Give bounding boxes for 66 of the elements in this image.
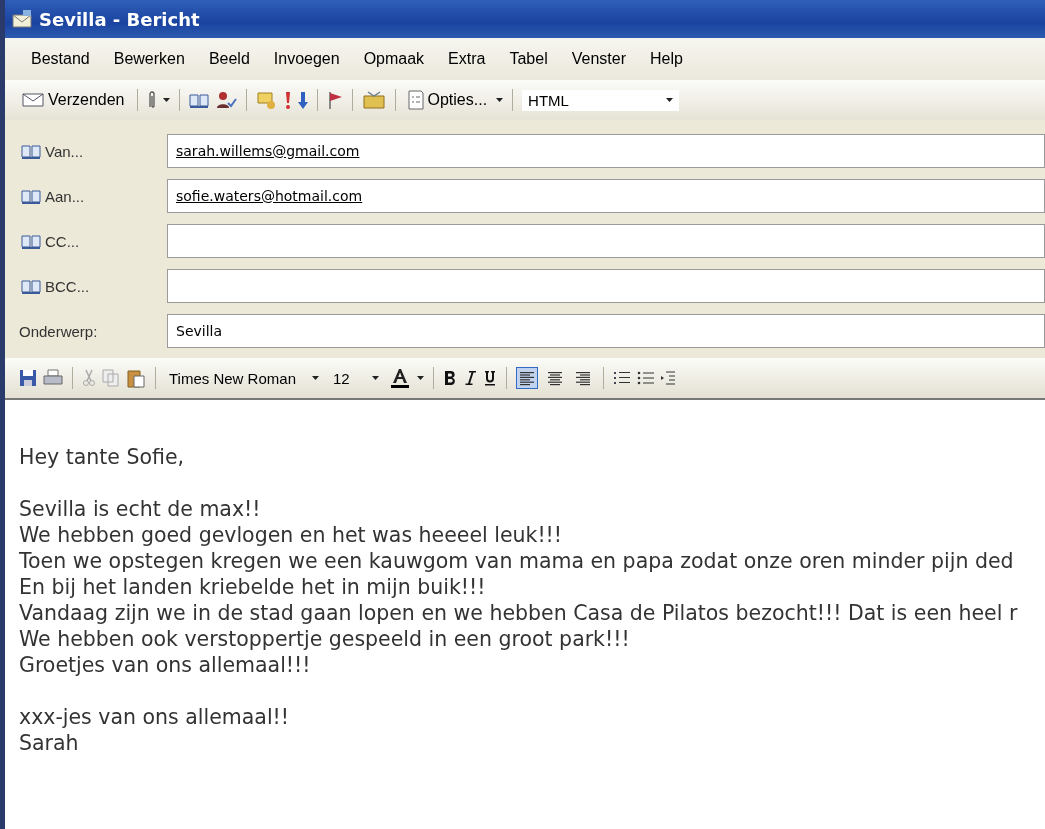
- bold-icon[interactable]: [443, 370, 457, 386]
- print-icon[interactable]: [43, 369, 63, 387]
- options-button[interactable]: Opties...: [404, 88, 491, 112]
- subject-label: Onderwerp:: [19, 322, 98, 340]
- address-book-icon[interactable]: [21, 278, 41, 294]
- bullet-list-icon[interactable]: [637, 370, 655, 386]
- person-check-icon[interactable]: [214, 90, 237, 110]
- caret-icon[interactable]: [372, 376, 379, 380]
- address-button[interactable]: Aan...: [19, 185, 87, 207]
- exclamation-icon[interactable]: [283, 90, 292, 110]
- address-field[interactable]: [167, 269, 1045, 303]
- address-book-icon[interactable]: [188, 92, 209, 108]
- down-arrow-icon[interactable]: [297, 90, 308, 110]
- message-body[interactable]: [5, 400, 1045, 829]
- address-book-icon[interactable]: [21, 233, 41, 249]
- message-line: Sarah: [19, 730, 80, 756]
- address-button[interactable]: CC...: [19, 230, 82, 252]
- italic-icon[interactable]: [463, 370, 477, 386]
- indent-icon[interactable]: [661, 370, 675, 386]
- menu-item[interactable]: Extra: [440, 46, 494, 72]
- menu-item[interactable]: Opmaak: [355, 46, 433, 72]
- menu-item[interactable]: Beeld: [200, 46, 258, 72]
- menu-item[interactable]: Invoegen: [265, 46, 348, 72]
- address-book-icon[interactable]: [21, 188, 41, 204]
- message-line: Hey tante Sofie,: [19, 444, 186, 470]
- message-line: We hebben ook verstoppertje gespeeld in een groot park!!!: [19, 626, 631, 652]
- align-left-button[interactable]: [516, 367, 538, 389]
- message-line: We hebben goed gevlogen en het was heeeel leuk!!!: [19, 522, 564, 548]
- message-line: Toen we opstegen kregen we een kauwgom van mama en papa zodat onze oren minder pijn ded: [19, 548, 1015, 574]
- underline-icon[interactable]: [483, 370, 497, 386]
- send-button[interactable]: Verzenden: [19, 89, 128, 111]
- flag-icon[interactable]: [326, 90, 343, 110]
- font-dropdown[interactable]: Times New Roman: [165, 367, 323, 389]
- menu-item[interactable]: Bewerken: [105, 46, 193, 72]
- caret-icon[interactable]: [417, 376, 424, 380]
- menu-item[interactable]: Venster: [563, 46, 634, 72]
- address-field[interactable]: [167, 224, 1045, 258]
- envelope-icon: [11, 9, 33, 29]
- menu-item[interactable]: Help: [641, 46, 691, 72]
- caret-icon[interactable]: [496, 98, 504, 102]
- message-line: Vandaag zijn we in de stad gaan lopen en we hebben Casa de Pilatos bezocht!!! Dat is een heel r: [19, 600, 1019, 626]
- document-icon: [407, 90, 424, 110]
- message-line: Sevilla is echt de max!!: [19, 496, 262, 522]
- size-dropdown[interactable]: 12: [329, 367, 383, 389]
- address-field[interactable]: sarah.willems@gmail.com: [167, 134, 1045, 168]
- window-title-text: Sevilla - Bericht: [39, 8, 200, 30]
- format-dropdown[interactable]: HTML: [522, 89, 680, 111]
- address-book-icon[interactable]: [21, 143, 41, 159]
- caret-icon[interactable]: [162, 98, 170, 102]
- address-button[interactable]: Van...: [19, 140, 86, 162]
- menu-item[interactable]: Tabel: [501, 46, 556, 72]
- folder-icon[interactable]: [361, 90, 386, 110]
- clipboard-icon[interactable]: [126, 368, 146, 388]
- paperclip-icon[interactable]: [146, 90, 157, 110]
- envelope-icon: [22, 93, 44, 107]
- caret-icon[interactable]: [312, 376, 319, 380]
- message-line: En bij het landen kriebelde het in mijn buik!!!: [19, 574, 487, 600]
- font-color-icon[interactable]: [389, 367, 411, 389]
- save-icon[interactable]: [19, 369, 37, 387]
- address-button[interactable]: BCC...: [19, 275, 92, 297]
- address-field[interactable]: sofie.waters@hotmail.com: [167, 179, 1045, 213]
- menu-item[interactable]: Bestand: [23, 46, 98, 72]
- message-line: xxx-jes van ons allemaal!!: [19, 704, 291, 730]
- caret-icon[interactable]: [666, 98, 674, 102]
- message-line: Groetjes van ons allemaal!!!: [19, 652, 312, 678]
- subject-field[interactable]: Sevilla: [167, 314, 1045, 348]
